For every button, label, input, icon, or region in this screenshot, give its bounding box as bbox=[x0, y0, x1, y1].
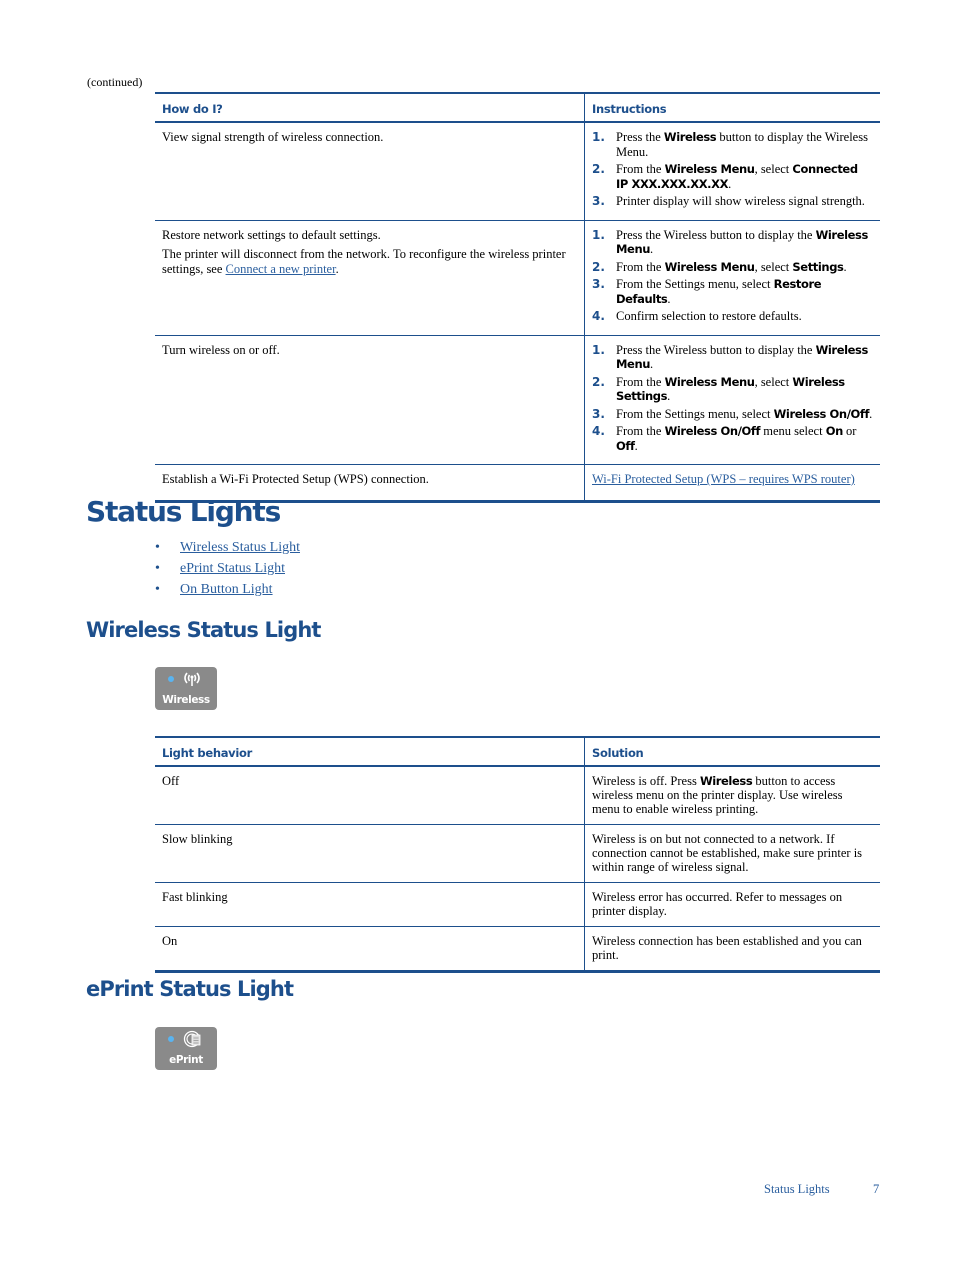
header-light-behavior: Light behavior bbox=[155, 738, 585, 765]
header-solution: Solution bbox=[592, 746, 644, 760]
step-item: 4. Confirm selection to restore defaults. bbox=[592, 309, 802, 323]
step-number: 3. bbox=[592, 406, 605, 421]
header-how-do-i: How do I? bbox=[155, 94, 585, 121]
toc-link-wireless-status-light[interactable]: Wireless Status Light bbox=[180, 540, 300, 561]
steps-list: 1. Press the Wireless button to display t… bbox=[592, 228, 873, 324]
eprint-button-image: ePrint bbox=[155, 1027, 217, 1070]
step-number: 4. bbox=[592, 309, 605, 323]
step-number: 2. bbox=[592, 162, 605, 176]
wireless-antenna-icon bbox=[181, 669, 203, 693]
question-cell: Turn wireless on or off. bbox=[155, 335, 585, 464]
steps-list: 1. Press the Wireless button to display t… bbox=[592, 343, 873, 454]
light-behavior-cell: Off bbox=[155, 767, 585, 824]
light-behavior-cell: On bbox=[155, 927, 585, 970]
howto-row: View signal strength of wireless connect… bbox=[155, 123, 880, 221]
bold-term: Settings bbox=[792, 259, 844, 274]
footer-section-name: Status Lights bbox=[764, 1182, 830, 1196]
question-text: Restore network settings to default sett… bbox=[162, 227, 381, 242]
bold-term: Wireless Menu bbox=[616, 227, 868, 257]
toc-link-eprint-status-light[interactable]: ePrint Status Light bbox=[180, 561, 285, 582]
steps-list: 1. Press the Wireless button to display t… bbox=[592, 130, 873, 209]
wireless-button-image: Wireless bbox=[155, 667, 217, 710]
howto-row: Restore network settings to default sett… bbox=[155, 220, 880, 336]
bold-term: Wireless On/Off bbox=[773, 406, 870, 421]
connect-new-printer-link[interactable]: Connect a new printer bbox=[226, 262, 336, 276]
bold-term: Wireless Menu bbox=[664, 374, 755, 389]
status-light-indicator bbox=[168, 1036, 174, 1042]
bold-term: Wireless Menu bbox=[664, 162, 755, 176]
page-title: Status Lights bbox=[86, 495, 281, 528]
step-item: 1. Press the Wireless button to display t… bbox=[592, 227, 868, 257]
bold-term: Wireless Menu bbox=[616, 342, 868, 372]
light-behavior-table: Light behavior Solution Off Wireless is o… bbox=[155, 736, 880, 973]
status-light-indicator bbox=[168, 676, 174, 682]
step-number: 2. bbox=[592, 374, 605, 389]
instructions-cell: Wi-Fi Protected Setup (WPS – requires WP… bbox=[585, 465, 880, 500]
step-item: 4. From the Wireless On/Off menu select O… bbox=[592, 424, 857, 453]
bold-term: Wireless Menu bbox=[664, 259, 755, 274]
question-cell: Restore network settings to default sett… bbox=[155, 220, 585, 335]
toc-item: • On Button Light bbox=[155, 582, 300, 603]
question-cell: View signal strength of wireless connect… bbox=[155, 123, 585, 220]
step-item: 2. From the Wireless Menu, select Setting… bbox=[592, 259, 847, 274]
step-item: 2. From the Wireless Menu, select Wireles… bbox=[592, 374, 845, 404]
bold-term: Wireless On/Off bbox=[664, 424, 761, 438]
toc-link-on-button-light[interactable]: On Button Light bbox=[180, 582, 273, 603]
bullet: • bbox=[155, 540, 160, 555]
footer-page-number: 7 bbox=[873, 1182, 880, 1196]
howto-table: How do I? Instructions View signal stren… bbox=[155, 92, 880, 503]
howto-table-header: How do I? Instructions bbox=[155, 94, 880, 123]
step-number: 1. bbox=[592, 130, 605, 144]
solution-cell: Wireless is off. Press Wireless button t… bbox=[592, 774, 843, 816]
continued-label: (continued) bbox=[87, 75, 143, 89]
solution-cell: Wireless is on but not connected to a ne… bbox=[592, 832, 863, 874]
bold-term: Off bbox=[616, 438, 635, 453]
instructions-cell: 1. Press the Wireless button to display t… bbox=[585, 123, 880, 220]
step-item: 3. Printer display will show wireless sig… bbox=[592, 194, 865, 208]
bullet: • bbox=[155, 582, 160, 597]
light-table-header: Light behavior Solution bbox=[155, 738, 880, 767]
step-number: 1. bbox=[592, 227, 605, 242]
step-item: 1. Press the Wireless button to display t… bbox=[592, 130, 868, 159]
light-row: Slow blinking Wireless is on but not conn… bbox=[155, 825, 880, 883]
step-number: 3. bbox=[592, 277, 605, 291]
step-number: 3. bbox=[592, 194, 605, 208]
howto-row: Turn wireless on or off. 1. Press the Wire… bbox=[155, 335, 880, 465]
wireless-button-label: Wireless bbox=[162, 694, 210, 706]
bold-term: Wireless bbox=[663, 130, 717, 144]
step-number: 2. bbox=[592, 259, 605, 274]
wps-setup-link[interactable]: Wi-Fi Protected Setup (WPS – requires WP… bbox=[592, 472, 855, 486]
question-text: Turn wireless on or off. bbox=[162, 342, 280, 357]
eprint-section-title: ePrint Status Light bbox=[86, 977, 294, 1001]
step-item: 2. From the Wireless Menu, select Connect… bbox=[592, 162, 858, 191]
eprint-icon bbox=[183, 1030, 203, 1052]
step-item: 1. Press the Wireless button to display t… bbox=[592, 342, 868, 372]
instructions-cell: 1. Press the Wireless button to display t… bbox=[585, 221, 880, 335]
light-row: Off Wireless is off. Press Wireless butto… bbox=[155, 767, 880, 825]
bold-term: On bbox=[825, 424, 844, 438]
header-instructions: Instructions bbox=[592, 102, 667, 116]
solution-cell: Wireless error has occurred. Refer to me… bbox=[592, 890, 843, 918]
light-row: On Wireless connection has been establish… bbox=[155, 927, 880, 970]
question-text: Establish a Wi-Fi Protected Setup (WPS) … bbox=[162, 472, 429, 486]
toc-item: • Wireless Status Light bbox=[155, 540, 300, 561]
wireless-section-title: Wireless Status Light bbox=[86, 618, 321, 642]
light-row: Fast blinking Wireless error has occurred… bbox=[155, 883, 880, 927]
bullet: • bbox=[155, 561, 160, 576]
light-behavior-cell: Fast blinking bbox=[155, 883, 585, 926]
light-behavior-cell: Slow blinking bbox=[155, 825, 585, 882]
toc-list: • Wireless Status Light • ePrint Status Li… bbox=[155, 540, 300, 603]
step-item: 3. From the Settings menu, select Wireles… bbox=[592, 406, 873, 421]
toc-item: • ePrint Status Light bbox=[155, 561, 300, 582]
bold-term: Restore Defaults bbox=[616, 277, 822, 306]
question-text: The printer will disconnect from the net… bbox=[162, 247, 566, 276]
step-number: 4. bbox=[592, 424, 605, 438]
eprint-button-label: ePrint bbox=[169, 1054, 203, 1066]
bold-term: Wireless bbox=[699, 774, 753, 788]
question-text: View signal strength of wireless connect… bbox=[162, 130, 384, 144]
instructions-cell: 1. Press the Wireless button to display t… bbox=[585, 336, 880, 465]
step-number: 1. bbox=[592, 342, 605, 357]
step-item: 3. From the Settings menu, select Restore… bbox=[592, 277, 822, 306]
solution-cell: Wireless connection has been established… bbox=[592, 934, 862, 962]
